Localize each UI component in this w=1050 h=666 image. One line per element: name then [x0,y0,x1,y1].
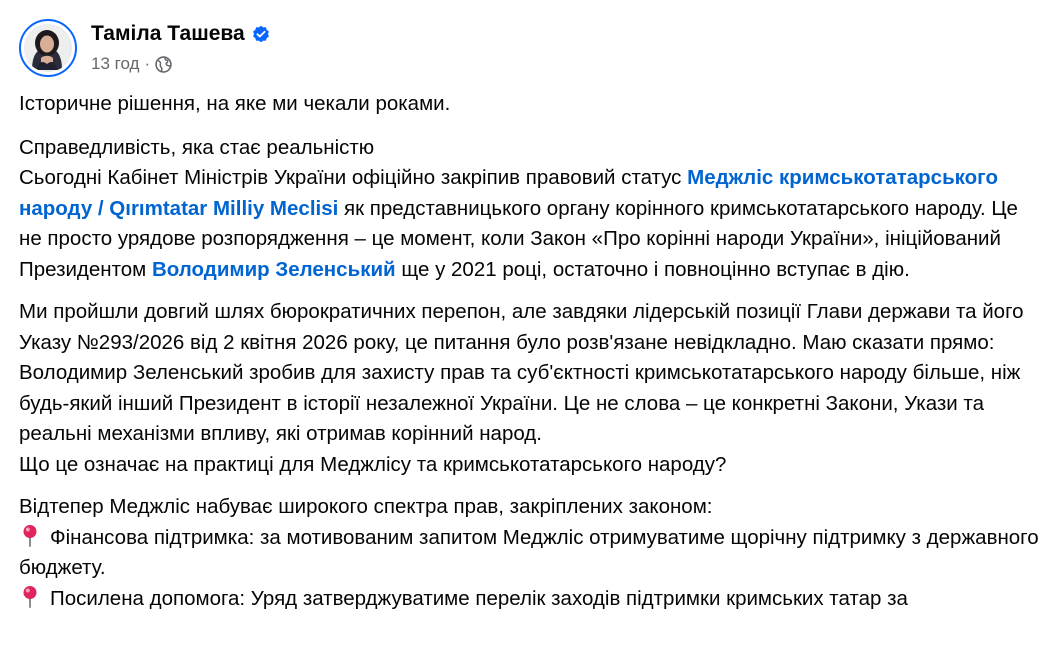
author-meta: Таміла Ташева 13 год · [91,19,270,76]
post-paragraph-3: Ми пройшли довгий шлях бюрократичних пер… [19,297,1039,480]
avatar-photo [24,24,72,72]
paragraph-2-heading: Справедливість, яка стає реальністю [19,135,375,159]
paragraph-3-text: Ми пройшли довгий шлях бюрократичних пер… [19,300,1024,445]
list-item: Фінансова підтримка: за мотивованим запи… [19,523,1039,584]
list-item-text: Посилена допомога: Уряд затверджуватиме … [50,586,908,610]
paragraph-3-question: Що це означає на практиці для Меджлісу т… [19,452,727,476]
post-paragraph-2: Справедливість, яка стає реальністю Сьог… [19,133,1039,286]
post-paragraph-4: Відтепер Меджліс набуває широкого спектр… [19,492,1039,614]
author-name[interactable]: Таміла Ташева [91,22,245,46]
paragraph-4-intro: Відтепер Меджліс набуває широкого спектр… [19,495,713,518]
globe-icon[interactable] [155,55,172,73]
round-pushpin-icon [19,524,41,548]
paragraph-2-text-a: Сьогодні Кабінет Міністрів України офіці… [19,166,688,189]
author-row: Таміла Ташева [91,20,270,48]
post-paragraph-1: Історичне рішення, на яке ми чекали рока… [19,92,451,115]
list-item-text: Фінансова підтримка: за мотивованим запи… [19,525,1039,580]
zelensky-page-link[interactable]: Володимир Зеленський [152,258,396,281]
post-body: Історичне рішення, на яке ми чекали рока… [19,89,1039,626]
separator-dot: · [144,54,151,73]
post-subline: 13 год · [91,52,270,76]
verified-badge-icon [252,25,270,43]
avatar[interactable] [19,19,77,77]
paragraph-2-text-c: ще у 2021 році, остаточно і повноцінно в… [395,257,910,281]
post-header: Таміла Ташева 13 год · [19,19,270,79]
post-timestamp[interactable]: 13 год [91,54,139,74]
list-item: Посилена допомога: Уряд затверджуватиме … [19,584,1039,615]
facebook-post: Таміла Ташева 13 год · Історичне рішення… [0,0,1050,666]
round-pushpin-icon [19,585,41,609]
